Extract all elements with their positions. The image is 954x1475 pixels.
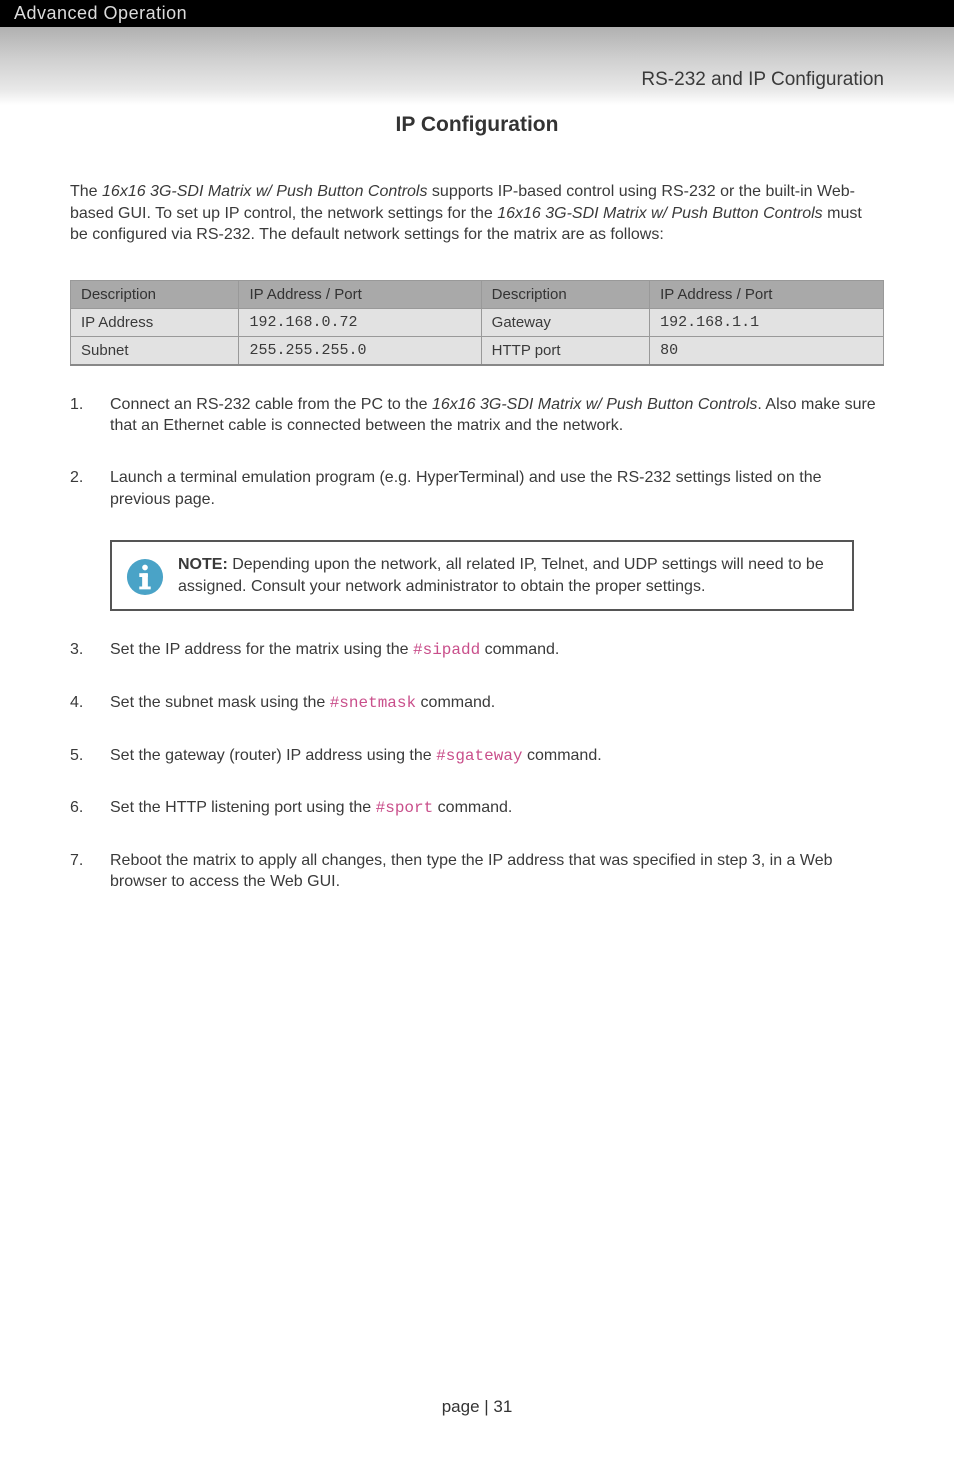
intro-product-1: 16x16 3G-SDI Matrix w/ Push Button Contr… bbox=[102, 183, 427, 200]
page-content: IP Configuration The 16x16 3G-SDI Matrix… bbox=[0, 105, 954, 893]
cell-http-label: HTTP port bbox=[481, 336, 649, 365]
step-text: command. bbox=[416, 694, 495, 711]
step-text: Reboot the matrix to apply all changes, … bbox=[110, 850, 884, 893]
col-ip-2: IP Address / Port bbox=[650, 280, 884, 308]
step-5: Set the gateway (router) IP address usin… bbox=[70, 745, 884, 768]
note-label: NOTE: bbox=[178, 556, 228, 573]
command-sgateway: #sgateway bbox=[436, 747, 522, 765]
step-3: Set the IP address for the matrix using … bbox=[70, 639, 884, 662]
step-text: Set the subnet mask using the bbox=[110, 694, 330, 711]
intro-product-2: 16x16 3G-SDI Matrix w/ Push Button Contr… bbox=[497, 205, 822, 222]
command-sipadd: #sipadd bbox=[413, 641, 480, 659]
step-2: Launch a terminal emulation program (e.g… bbox=[70, 467, 884, 510]
header-bar: Advanced Operation bbox=[0, 0, 954, 27]
col-ip-1: IP Address / Port bbox=[239, 280, 481, 308]
step-6: Set the HTTP listening port using the #s… bbox=[70, 797, 884, 820]
section-subtitle: RS-232 and IP Configuration bbox=[641, 69, 884, 91]
step-1: Connect an RS-232 cable from the PC to t… bbox=[70, 394, 884, 437]
command-snetmask: #snetmask bbox=[330, 694, 416, 712]
header-title: Advanced Operation bbox=[14, 3, 187, 23]
intro-paragraph: The 16x16 3G-SDI Matrix w/ Push Button C… bbox=[70, 181, 884, 246]
step-text: Set the IP address for the matrix using … bbox=[110, 641, 413, 658]
cell-gateway-value: 192.168.1.1 bbox=[650, 308, 884, 336]
step-text: Set the HTTP listening port using the bbox=[110, 799, 376, 816]
cell-ip-address-label: IP Address bbox=[71, 308, 239, 336]
network-settings-table: Description IP Address / Port Descriptio… bbox=[70, 280, 884, 366]
note-text: NOTE: Depending upon the network, all re… bbox=[178, 554, 836, 597]
step-product: 16x16 3G-SDI Matrix w/ Push Button Contr… bbox=[432, 396, 757, 413]
subtitle-band: RS-232 and IP Configuration bbox=[0, 27, 954, 105]
step-text: command. bbox=[480, 641, 559, 658]
step-text: Set the gateway (router) IP address usin… bbox=[110, 747, 436, 764]
step-text: Connect an RS-232 cable from the PC to t… bbox=[110, 396, 432, 413]
intro-text: The bbox=[70, 183, 102, 200]
table-header-row: Description IP Address / Port Descriptio… bbox=[71, 280, 884, 308]
col-description-1: Description bbox=[71, 280, 239, 308]
step-4: Set the subnet mask using the #snetmask … bbox=[70, 692, 884, 715]
page-heading: IP Configuration bbox=[70, 113, 884, 137]
cell-subnet-label: Subnet bbox=[71, 336, 239, 365]
steps-list-cont: Set the IP address for the matrix using … bbox=[70, 639, 884, 893]
step-text: Launch a terminal emulation program (e.g… bbox=[110, 467, 884, 510]
info-icon bbox=[126, 558, 164, 596]
col-description-2: Description bbox=[481, 280, 649, 308]
table-row: IP Address 192.168.0.72 Gateway 192.168.… bbox=[71, 308, 884, 336]
page-footer: page | 31 bbox=[0, 1397, 954, 1417]
step-7: Reboot the matrix to apply all changes, … bbox=[70, 850, 884, 893]
step-text: command. bbox=[523, 747, 602, 764]
cell-subnet-value: 255.255.255.0 bbox=[239, 336, 481, 365]
table-row: Subnet 255.255.255.0 HTTP port 80 bbox=[71, 336, 884, 365]
steps-list: Connect an RS-232 cable from the PC to t… bbox=[70, 394, 884, 510]
cell-http-value: 80 bbox=[650, 336, 884, 365]
cell-gateway-label: Gateway bbox=[481, 308, 649, 336]
step-text: command. bbox=[433, 799, 512, 816]
note-body: Depending upon the network, all related … bbox=[178, 556, 824, 595]
command-sport: #sport bbox=[376, 799, 434, 817]
note-box: NOTE: Depending upon the network, all re… bbox=[110, 540, 854, 611]
cell-ip-address-value: 192.168.0.72 bbox=[239, 308, 481, 336]
